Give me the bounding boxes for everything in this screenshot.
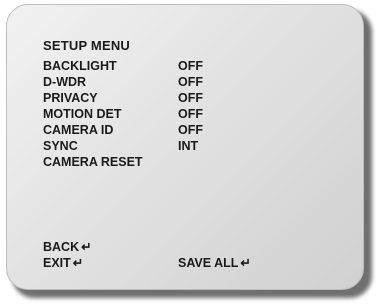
menu-item-label: MOTION DET bbox=[43, 107, 122, 121]
menu-item-label: SYNC bbox=[43, 139, 78, 153]
menu-item-value: OFF bbox=[178, 123, 203, 137]
footer-line-back: BACK ↵ bbox=[43, 239, 251, 255]
menu-footer: BACK ↵ EXIT ↵ SAVE ALL ↵ bbox=[43, 239, 251, 271]
exit-button[interactable]: EXIT ↵ bbox=[43, 255, 178, 271]
menu-item-motion-det[interactable]: MOTION DET OFF bbox=[43, 106, 203, 122]
back-button[interactable]: BACK ↵ bbox=[43, 239, 178, 255]
menu-item-privacy[interactable]: PRIVACY OFF bbox=[43, 90, 203, 106]
menu-item-label: CAMERA RESET bbox=[43, 155, 143, 169]
menu-title: SETUP MENU bbox=[43, 38, 130, 53]
enter-icon: ↵ bbox=[240, 256, 251, 270]
menu-item-value: OFF bbox=[178, 59, 203, 73]
back-label: BACK bbox=[43, 240, 80, 254]
menu-item-d-wdr[interactable]: D-WDR OFF bbox=[43, 74, 203, 90]
menu-item-label: CAMERA ID bbox=[43, 123, 114, 137]
footer-line-exit: EXIT ↵ SAVE ALL ↵ bbox=[43, 255, 251, 271]
enter-icon: ↵ bbox=[81, 240, 92, 254]
exit-label: EXIT bbox=[43, 256, 71, 270]
menu-item-sync[interactable]: SYNC INT bbox=[43, 138, 203, 154]
menu-item-camera-id[interactable]: CAMERA ID OFF bbox=[43, 122, 203, 138]
osd-menu-panel: SETUP MENU BACKLIGHT OFF D-WDR OFF PRIVA… bbox=[6, 4, 364, 290]
menu-item-label: D-WDR bbox=[43, 75, 87, 89]
save-all-button[interactable]: SAVE ALL ↵ bbox=[178, 255, 251, 271]
menu-item-label: PRIVACY bbox=[43, 91, 98, 105]
menu-item-label: BACKLIGHT bbox=[43, 59, 117, 73]
menu-item-value: OFF bbox=[178, 91, 203, 105]
menu-item-backlight[interactable]: BACKLIGHT OFF bbox=[43, 58, 203, 74]
stage: SETUP MENU BACKLIGHT OFF D-WDR OFF PRIVA… bbox=[0, 0, 381, 306]
menu-list: BACKLIGHT OFF D-WDR OFF PRIVACY OFF MOTI… bbox=[43, 58, 203, 170]
menu-item-camera-reset[interactable]: CAMERA RESET bbox=[43, 154, 203, 170]
save-all-label: SAVE ALL bbox=[178, 256, 239, 270]
menu-item-value: INT bbox=[178, 139, 199, 153]
menu-item-value: OFF bbox=[178, 75, 203, 89]
enter-icon: ↵ bbox=[72, 256, 84, 270]
menu-item-value: OFF bbox=[178, 107, 203, 121]
